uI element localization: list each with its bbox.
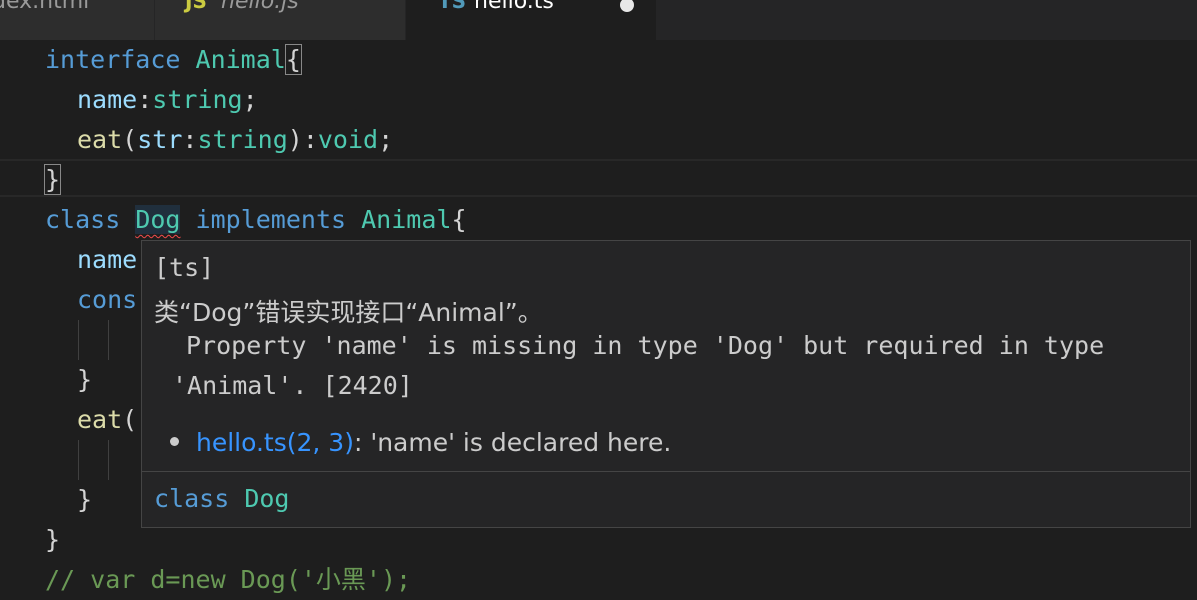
signature-name: Dog <box>244 484 290 513</box>
function-name: eat <box>77 125 123 154</box>
ts-file-icon: TS <box>438 0 467 13</box>
indent-guide <box>78 440 79 480</box>
matched-bracket: } <box>43 164 62 195</box>
hover-tooltip[interactable]: [ts] 类“Dog”错误实现接口“Animal”。 Property 'nam… <box>141 240 1191 528</box>
tab-hello-ts[interactable]: TS hello.ts <box>406 0 657 40</box>
keyword: interface <box>45 45 181 74</box>
type-name: Animal <box>195 45 286 74</box>
type-name: string <box>152 85 243 114</box>
code-line-10: eat( <box>77 400 137 440</box>
punctuation: { <box>451 205 467 234</box>
code-line-7: cons <box>77 285 138 314</box>
hover-signature: class Dog <box>154 484 289 513</box>
code-line-2: name:string; <box>77 80 258 120</box>
tab-label: dex.html <box>0 0 90 14</box>
code-line-4: } <box>43 160 62 200</box>
indent-guide <box>108 320 109 360</box>
code-line-14-comment: // var d=new Dog('小黑'); <box>45 565 412 594</box>
code-line-3: eat(str:string):void; <box>77 120 393 160</box>
keyword: implements <box>195 205 347 234</box>
type-name: string <box>197 125 288 154</box>
error-squiggle-class-name[interactable]: Dog <box>135 205 181 234</box>
tab-label: hello.js <box>221 0 299 14</box>
hover-error-detail-continued: 'Animal'. [2420] <box>172 371 413 400</box>
tab-index-html[interactable]: dex.html <box>0 0 155 40</box>
editor-tab-bar: dex.html JS hello.js TS hello.ts <box>0 0 1197 40</box>
keyword: class <box>45 205 121 234</box>
property-name: name <box>77 85 138 114</box>
related-info-link[interactable]: hello.ts(2, 3) <box>196 428 354 457</box>
type-name: void <box>317 125 379 154</box>
function-name: eat <box>77 405 123 434</box>
code-line-13: } <box>45 525 61 554</box>
matched-bracket: { <box>284 44 302 75</box>
punctuation: : <box>137 85 153 114</box>
punctuation: : <box>302 125 318 154</box>
indent-guide <box>78 320 79 360</box>
punctuation: ) <box>287 125 303 154</box>
hover-error-detail: Property 'name' is missing in type 'Dog'… <box>186 331 1105 360</box>
code-line-9: } <box>77 365 93 394</box>
punctuation: ; <box>242 85 258 114</box>
code-line-1: interface Animal{ <box>45 40 302 80</box>
hover-source: [ts] <box>154 253 215 282</box>
related-info-text: : 'name' is declared here. <box>353 428 672 457</box>
related-info: hello.ts(2, 3): 'name' is declared here. <box>196 428 671 457</box>
hover-divider <box>142 471 1190 472</box>
punctuation: ( <box>122 125 138 154</box>
parameter-name: str <box>137 125 183 154</box>
punctuation: ; <box>378 125 394 154</box>
punctuation: : <box>182 125 198 154</box>
code-line-12: } <box>77 485 93 514</box>
indent-guide <box>108 440 109 480</box>
unsaved-changes-dot-icon[interactable] <box>620 0 634 12</box>
js-file-icon: JS <box>185 0 207 13</box>
code-line-5: class Dog implements Animal{ <box>45 200 467 240</box>
tab-hello-js[interactable]: JS hello.js <box>155 0 406 40</box>
bullet-icon <box>170 437 179 446</box>
code-line-6: name <box>77 245 138 274</box>
tab-label: hello.ts <box>474 0 554 14</box>
type-name: Animal <box>361 205 452 234</box>
signature-keyword: class <box>154 484 230 513</box>
hover-error-message: 类“Dog”错误实现接口“Animal”。 <box>154 298 543 327</box>
punctuation: ( <box>122 405 138 434</box>
current-line-highlight <box>0 159 1197 197</box>
